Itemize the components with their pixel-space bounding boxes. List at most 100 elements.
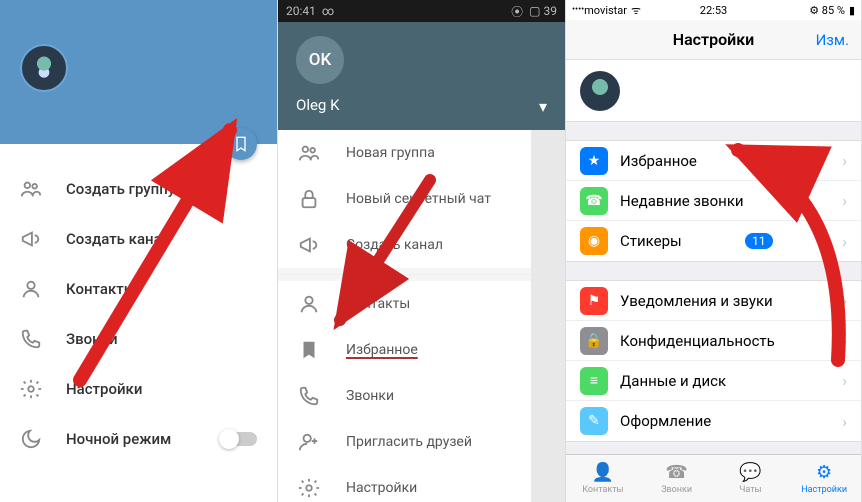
- settings-item[interactable]: 🔒Конфиденциальность›: [566, 321, 861, 361]
- settings-item[interactable]: ✎Оформление›: [566, 401, 861, 441]
- tab-bar: 👤Контакты ☎ Звонки 💬Чаты ⚙ Настройки: [566, 454, 861, 502]
- chevron-right-icon: ›: [842, 232, 847, 251]
- setting-label: Избранное: [620, 152, 697, 170]
- phone-icon: [20, 328, 44, 350]
- badge: 11: [745, 233, 773, 249]
- tab-Звонки[interactable]: ☎ Звонки: [640, 455, 714, 502]
- settings-section-2: ⚑Уведомления и звуки›🔒Конфиденциальность…: [566, 280, 861, 442]
- menu-label: Создать канал: [66, 230, 170, 248]
- bookmark-icon: [298, 339, 320, 361]
- toggle[interactable]: [221, 432, 257, 446]
- tab-label: Звонки: [661, 485, 692, 495]
- adduser-icon: [298, 431, 320, 453]
- tab-Чаты[interactable]: 💬Чаты: [714, 455, 788, 502]
- settings-item[interactable]: ⚑Уведомления и звуки›: [566, 281, 861, 321]
- megaphone-icon: [20, 228, 44, 250]
- tab-Контакты[interactable]: 👤Контакты: [566, 455, 640, 502]
- menu-label: Контакты: [66, 280, 136, 298]
- menu-item-megaphone[interactable]: Создать канал: [278, 222, 565, 268]
- setting-label: Уведомления и звуки: [620, 292, 773, 310]
- setting-icon: 🔒: [580, 327, 608, 355]
- menu-label: Звонки: [66, 330, 118, 348]
- status-bar: 20:41 ∞ ⦿ ▢ 39: [278, 0, 565, 22]
- group-icon: [20, 178, 44, 200]
- setting-label: Данные и диск: [620, 372, 726, 390]
- carrier: movistar: [584, 4, 627, 17]
- edit-button[interactable]: Изм.: [816, 31, 849, 49]
- wifi-icon: ⦿: [511, 3, 523, 20]
- megaphone-icon: [298, 234, 320, 256]
- settings-item[interactable]: ≡ Данные и диск ›: [566, 361, 861, 401]
- setting-icon: ★: [580, 147, 608, 175]
- person-icon: [298, 293, 320, 315]
- status-bar: •••• movistar ᯤ 22:53 ⚙ 85 % ▮: [566, 0, 861, 20]
- chevron-right-icon: ›: [842, 291, 847, 310]
- page-title: Настройки: [673, 30, 755, 49]
- tab-Настройки[interactable]: ⚙ Настройки: [787, 455, 861, 502]
- menu-item-person[interactable]: Контакты: [0, 264, 277, 314]
- battery-icon: ▢ 39: [529, 4, 557, 18]
- settings-section-1: ★Избранное›☎Недавние звонки›◉Стикеры11›: [566, 140, 861, 262]
- menu-item-phone[interactable]: Звонки: [278, 373, 565, 419]
- settings-item[interactable]: ★Избранное›: [566, 141, 861, 181]
- nav-bar: Настройки Изм.: [566, 20, 861, 60]
- menu-item-lock[interactable]: Новый секретный чат: [278, 176, 565, 222]
- tab-icon: ☎: [665, 462, 687, 483]
- avatar[interactable]: OK: [296, 36, 344, 84]
- menu-group-b: Контакты Избранное Звонки Пригласить друзей…: [278, 281, 565, 502]
- menu-item-moon[interactable]: Ночной режим: [0, 414, 277, 464]
- user-name: Oleg K: [296, 96, 547, 114]
- setting-icon: ≡: [580, 367, 608, 395]
- moon-icon: [20, 428, 44, 450]
- status-time: 22:53: [700, 4, 727, 17]
- person-icon: [20, 278, 44, 300]
- setting-icon: ◉: [580, 227, 608, 255]
- menu-label: Новый секретный чат: [346, 191, 491, 207]
- menu-item-group[interactable]: Новая группа: [278, 130, 565, 176]
- setting-label: Стикеры: [620, 232, 682, 250]
- lock-icon: [298, 188, 320, 210]
- tab-label: Чаты: [739, 485, 761, 495]
- menu-label: Новая группа: [346, 145, 435, 161]
- drawer-header: OK Oleg K ▾: [278, 22, 565, 130]
- tab-label: Настройки: [801, 485, 847, 495]
- menu-label: Избранное: [346, 342, 418, 358]
- status-time: 20:41: [286, 4, 316, 18]
- setting-label: Оформление: [620, 412, 711, 430]
- menu-item-person[interactable]: Контакты: [278, 281, 565, 327]
- menu-label: Ночной режим: [66, 430, 171, 448]
- setting-icon: ☎: [580, 187, 608, 215]
- tab-label: Контакты: [582, 485, 623, 495]
- menu-item-gear[interactable]: Настройки: [278, 465, 565, 502]
- menu-item-phone[interactable]: Звонки: [0, 314, 277, 364]
- battery-icon: ▮: [849, 4, 855, 17]
- avatar: [580, 71, 620, 111]
- tab-icon: ⚙: [816, 462, 832, 483]
- chevron-down-icon[interactable]: ▾: [539, 97, 547, 116]
- gear-icon: [20, 378, 44, 400]
- chevron-right-icon: ›: [842, 371, 847, 390]
- menu-item-group[interactable]: Создать группу: [0, 164, 277, 214]
- setting-icon: ✎: [580, 407, 608, 435]
- chevron-right-icon: ›: [842, 191, 847, 210]
- profile-row[interactable]: [566, 60, 861, 122]
- gear-icon: [298, 477, 320, 499]
- menu-item-adduser[interactable]: Пригласить друзей: [278, 419, 565, 465]
- menu-label: Настройки: [66, 380, 142, 398]
- menu-group-a: Новая группа Новый секретный чат Создать к…: [278, 130, 565, 268]
- settings-item[interactable]: ◉ Стикеры 11 ›: [566, 221, 861, 261]
- wifi-icon: ᯤ: [631, 3, 641, 18]
- menu-label: Контакты: [346, 296, 410, 312]
- menu-label: Звонки: [346, 388, 394, 404]
- drawer-menu: Создать группу Создать канал Контакты Звонк…: [0, 144, 277, 464]
- settings-item[interactable]: ☎ Недавние звонки ›: [566, 181, 861, 221]
- menu-label: Создать канал: [346, 237, 443, 253]
- bookmark-icon: [233, 136, 249, 152]
- menu-item-gear[interactable]: Настройки: [0, 364, 277, 414]
- avatar[interactable]: [20, 44, 68, 92]
- setting-label: Недавние звонки: [620, 192, 744, 210]
- menu-item-bookmark[interactable]: Избранное: [278, 327, 565, 373]
- menu-item-megaphone[interactable]: Создать канал: [0, 214, 277, 264]
- drawer-header: [0, 0, 277, 144]
- saved-messages-button[interactable]: [225, 128, 257, 160]
